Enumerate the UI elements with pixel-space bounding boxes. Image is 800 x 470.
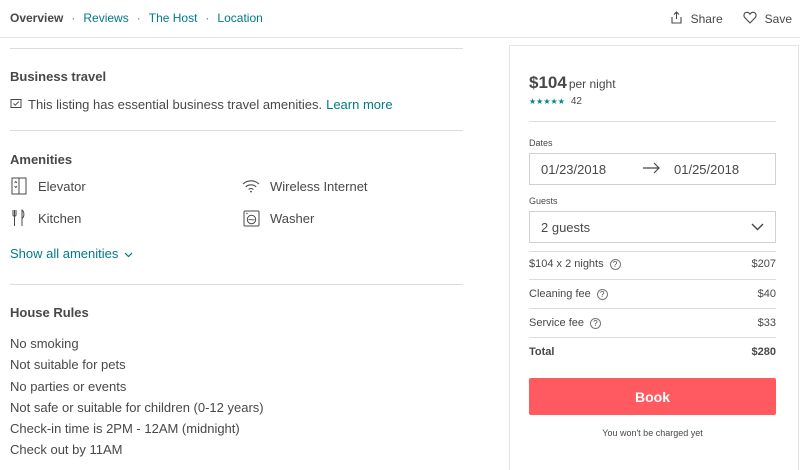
fee-row-service: Service fee? $33 <box>529 317 776 329</box>
fee-label: Cleaning fee <box>529 288 591 300</box>
dates-field: 01/23/2018 01/25/2018 <box>529 153 776 185</box>
section-nav: Overview · Reviews · The Host · Location <box>10 11 263 25</box>
check-out-date[interactable]: 01/25/2018 <box>674 162 739 177</box>
guests-select[interactable]: 2 guests <box>529 211 776 243</box>
save-button[interactable]: Save <box>743 11 792 27</box>
total-amount: $280 <box>751 346 776 358</box>
panel-divider <box>529 337 776 338</box>
learn-more-link[interactable]: Learn more <box>326 97 392 112</box>
panel-divider <box>529 251 776 252</box>
amenities-title: Amenities <box>10 152 73 167</box>
fee-row-cleaning: Cleaning fee? $40 <box>529 288 776 300</box>
wifi-icon <box>242 177 260 195</box>
help-icon[interactable]: ? <box>590 317 602 329</box>
fee-row-nights: $104 x 2 nights? $207 <box>529 258 776 270</box>
star-rating-icon: ★★★★★ <box>529 97 565 106</box>
booking-panel: $104 per night ★★★★★ 42 Dates 01/23/2018 … <box>509 45 799 470</box>
help-icon[interactable]: ? <box>596 288 608 300</box>
nav-separator: · <box>136 11 141 25</box>
share-button[interactable]: Share <box>670 11 723 27</box>
nav-actions: Share Save <box>650 11 792 27</box>
chevron-down-icon <box>118 246 133 261</box>
fee-amount: $33 <box>757 317 776 329</box>
panel-divider <box>529 279 776 280</box>
rating-row[interactable]: ★★★★★ 42 <box>529 96 582 107</box>
house-rules-list: No smoking Not suitable for pets No part… <box>10 333 264 461</box>
nav-link-reviews[interactable]: Reviews <box>83 11 128 25</box>
amenity-elevator: Elevator <box>10 177 86 195</box>
fee-label: Service fee <box>529 317 585 329</box>
nav-link-location[interactable]: Location <box>217 11 262 25</box>
rule-item: Check-in time is 2PM - 12AM (midnight) <box>10 421 240 437</box>
amenity-washer: Washer <box>242 209 314 227</box>
guests-label: Guests <box>529 196 558 206</box>
rule-item: No parties or events <box>10 378 127 394</box>
share-label: Share <box>690 12 723 26</box>
amenity-kitchen: Kitchen <box>10 209 81 227</box>
share-icon <box>670 11 691 27</box>
section-divider <box>10 284 463 285</box>
washer-icon <box>242 209 260 227</box>
per-night-label: per night <box>568 77 616 91</box>
rule-item: Not safe or suitable for children (0-12 … <box>10 399 264 415</box>
business-travel-line: This listing has essential business trav… <box>10 97 393 112</box>
guests-value: 2 guests <box>541 220 591 235</box>
total-row: Total $280 <box>529 346 776 358</box>
amenity-label: Wireless Internet <box>270 178 368 194</box>
save-label: Save <box>764 12 792 26</box>
book-button[interactable]: Book <box>529 378 776 415</box>
nav-separator: · <box>71 11 76 25</box>
fee-amount: $40 <box>757 288 776 300</box>
house-rules-title: House Rules <box>10 305 89 320</box>
nightly-price: $104 per night <box>529 73 616 93</box>
dates-label: Dates <box>529 138 553 148</box>
panel-divider <box>529 308 776 309</box>
amenity-label: Washer <box>270 210 315 226</box>
fee-label: $104 x 2 nights <box>529 258 604 270</box>
nav-link-overview[interactable]: Overview <box>10 11 63 25</box>
business-travel-text: This listing has essential business trav… <box>28 97 323 112</box>
section-divider <box>10 130 463 131</box>
show-all-amenities-link[interactable]: Show all amenities <box>10 246 133 261</box>
total-label: Total <box>529 346 555 358</box>
nav-link-the-host[interactable]: The Host <box>149 11 198 25</box>
no-charge-note: You won't be charged yet <box>602 428 703 438</box>
amenity-label: Kitchen <box>38 210 82 226</box>
help-icon[interactable]: ? <box>609 258 621 270</box>
panel-divider <box>529 121 776 122</box>
amenity-wireless-internet: Wireless Internet <box>242 177 368 195</box>
rule-item: Check out by 11AM <box>10 442 123 458</box>
check-in-date[interactable]: 01/23/2018 <box>541 162 606 177</box>
show-all-label: Show all amenities <box>10 246 119 261</box>
rule-item: Not suitable for pets <box>10 357 126 373</box>
amenity-label: Elevator <box>38 178 86 194</box>
heart-icon <box>743 11 765 27</box>
nav-separator: · <box>205 11 210 25</box>
top-nav: Overview · Reviews · The Host · Location… <box>0 0 800 38</box>
business-travel-title: Business travel <box>10 69 107 84</box>
price-amount: $104 <box>529 73 567 92</box>
fee-amount: $207 <box>751 258 776 270</box>
arrow-right-icon <box>643 162 661 177</box>
kitchen-icon <box>10 209 28 227</box>
review-count: 42 <box>570 96 582 107</box>
elevator-icon <box>10 177 28 195</box>
rule-item: No smoking <box>10 336 79 351</box>
briefcase-check-icon <box>10 97 28 112</box>
section-divider <box>10 48 463 49</box>
